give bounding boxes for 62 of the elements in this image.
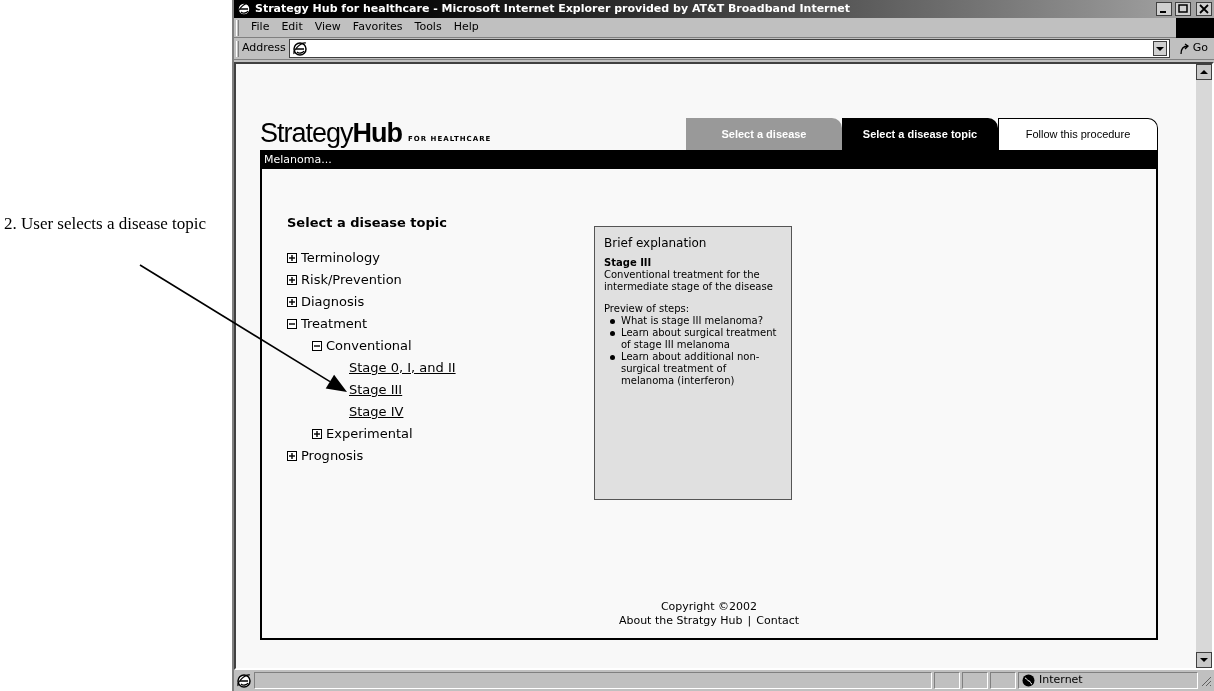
status-page-icon bbox=[236, 672, 252, 689]
ie-logo-icon bbox=[236, 1, 252, 17]
menu-item[interactable]: View bbox=[308, 19, 347, 36]
scroll-down-icon[interactable] bbox=[1196, 652, 1212, 668]
menu-item[interactable]: File bbox=[245, 19, 276, 36]
go-arrow-icon bbox=[1178, 42, 1191, 55]
menu-item[interactable]: Help bbox=[447, 19, 485, 36]
section-heading: Select a disease topic bbox=[287, 214, 448, 232]
throbber-logo bbox=[1176, 17, 1214, 38]
scrollbar[interactable] bbox=[1196, 64, 1212, 668]
go-button[interactable]: Go bbox=[1172, 40, 1214, 57]
annotation-text: 2. User selects a disease topic bbox=[4, 213, 208, 234]
tree-item[interactable]: Risk/Prevention bbox=[301, 269, 402, 290]
step-text: What is stage III melanoma? bbox=[621, 315, 764, 327]
close-icon[interactable] bbox=[1196, 2, 1212, 16]
stage-link[interactable]: Stage 0, I, and II bbox=[349, 357, 456, 378]
stage-link[interactable]: Stage III bbox=[349, 379, 403, 400]
expand-icon[interactable] bbox=[312, 428, 322, 439]
expand-icon[interactable] bbox=[287, 450, 297, 461]
tree-item[interactable]: Prognosis bbox=[301, 445, 364, 466]
tree-item[interactable]: Diagnosis bbox=[301, 291, 365, 312]
maximize-icon[interactable] bbox=[1175, 2, 1191, 16]
strategyhub-logo: StrategyHub bbox=[260, 119, 403, 147]
stage-title: Stage III bbox=[604, 257, 653, 269]
collapse-icon[interactable] bbox=[312, 340, 322, 351]
expand-icon[interactable] bbox=[287, 274, 297, 285]
tree-item[interactable]: Experimental bbox=[326, 423, 413, 444]
address-field[interactable] bbox=[288, 39, 1170, 58]
breadcrumb: Melanoma... bbox=[264, 152, 332, 169]
stage-link[interactable]: Stage IV bbox=[349, 401, 404, 422]
address-label: Address bbox=[242, 40, 286, 57]
dropdown-icon[interactable] bbox=[1152, 41, 1167, 56]
step-tab[interactable]: Select a disease topic bbox=[842, 118, 998, 150]
step-text: Learn about additional non-surgical treatment of melanoma (interferon) bbox=[621, 351, 761, 387]
expand-icon[interactable] bbox=[287, 296, 297, 307]
tree-item[interactable]: Terminology bbox=[301, 247, 380, 268]
globe-icon bbox=[1022, 674, 1035, 687]
expand-icon[interactable] bbox=[287, 252, 297, 263]
bullet-icon bbox=[610, 331, 615, 336]
menu-item[interactable]: Edit bbox=[275, 19, 309, 36]
minimize-icon[interactable] bbox=[1156, 2, 1172, 16]
zone-label: Internet bbox=[1039, 672, 1083, 689]
steps-label: Preview of steps: bbox=[604, 303, 691, 315]
menu-item[interactable]: Tools bbox=[408, 19, 448, 36]
link-separator: | bbox=[747, 614, 752, 628]
about-link[interactable]: About the Stratgy Hub bbox=[618, 614, 743, 628]
stage-summary: Conventional treatment for the intermediate stage of the disease bbox=[604, 269, 774, 293]
scroll-up-icon[interactable] bbox=[1196, 64, 1212, 80]
tree-item[interactable]: Conventional bbox=[326, 335, 412, 356]
explanation-title: Brief explanation bbox=[604, 235, 708, 251]
bullet-icon bbox=[610, 319, 615, 324]
contact-link[interactable]: Contact bbox=[756, 614, 800, 628]
resize-grip-icon[interactable] bbox=[1200, 674, 1212, 687]
step-text: Learn about surgical treatment of stage III melanoma bbox=[621, 327, 778, 351]
collapse-icon[interactable] bbox=[287, 318, 297, 329]
page-icon bbox=[291, 40, 308, 57]
window-title: Strategy Hub for healthcare - Microsoft Internet Explorer provided by AT&T Broadband Internet bbox=[255, 0, 852, 17]
copyright-text: Copyright ©2002 bbox=[660, 600, 758, 614]
step-tab[interactable]: Follow this procedure bbox=[998, 118, 1158, 150]
menu-item[interactable]: Favorites bbox=[346, 19, 409, 36]
bullet-icon bbox=[610, 355, 615, 360]
tree-item[interactable]: Treatment bbox=[301, 313, 368, 334]
